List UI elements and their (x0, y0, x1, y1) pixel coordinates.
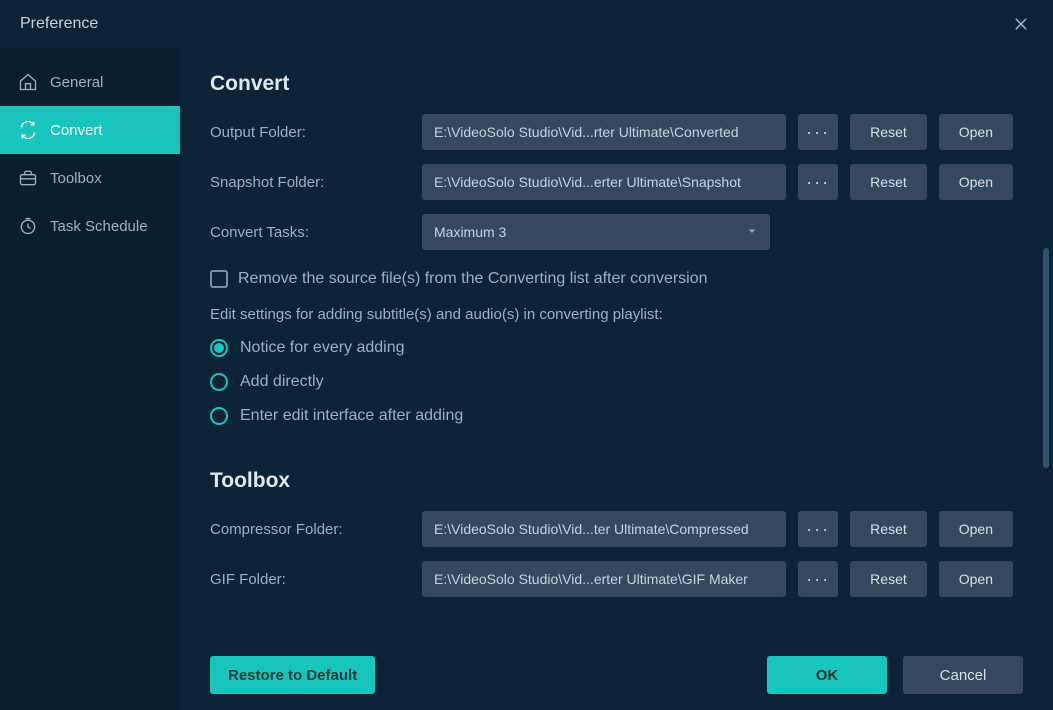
close-button[interactable] (1009, 12, 1033, 36)
radio-notice-every-adding[interactable]: Notice for every adding (210, 339, 1013, 357)
radio-label: Notice for every adding (240, 339, 405, 357)
snapshot-folder-label: Snapshot Folder: (210, 174, 410, 191)
ok-button[interactable]: OK (767, 656, 887, 694)
radio-label: Enter edit interface after adding (240, 407, 463, 425)
chevron-down-icon (746, 224, 758, 240)
edit-settings-heading: Edit settings for adding subtitle(s) and… (210, 306, 1013, 323)
convert-icon (18, 120, 38, 140)
row-compressor-folder: Compressor Folder: E:\VideoSolo Studio\V… (210, 511, 1013, 547)
sidebar-item-convert[interactable]: Convert (0, 106, 180, 154)
cancel-button[interactable]: Cancel (903, 656, 1023, 694)
sidebar-item-label: General (50, 74, 103, 91)
convert-tasks-select[interactable]: Maximum 3 (422, 214, 770, 250)
scrollbar[interactable] (1043, 248, 1049, 468)
radio-add-directly[interactable]: Add directly (210, 373, 1013, 391)
reset-gif-folder-button[interactable]: Reset (850, 561, 927, 597)
restore-default-button[interactable]: Restore to Default (210, 656, 375, 694)
open-output-folder-button[interactable]: Open (939, 114, 1013, 150)
open-compressor-folder-button[interactable]: Open (939, 511, 1013, 547)
home-icon (18, 72, 38, 92)
sidebar-item-label: Toolbox (50, 170, 102, 187)
section-title-convert: Convert (210, 72, 1013, 96)
close-icon (1012, 15, 1030, 33)
remove-source-label: Remove the source file(s) from the Conve… (238, 270, 708, 288)
output-folder-label: Output Folder: (210, 124, 410, 141)
convert-tasks-value: Maximum 3 (434, 224, 506, 240)
browse-output-folder-button[interactable]: ··· (798, 114, 838, 150)
content-area: Convert Output Folder: E:\VideoSolo Stud… (180, 48, 1053, 710)
radio-button[interactable] (210, 339, 228, 357)
clock-icon (18, 216, 38, 236)
open-snapshot-folder-button[interactable]: Open (939, 164, 1013, 200)
reset-snapshot-folder-button[interactable]: Reset (850, 164, 927, 200)
radio-label: Add directly (240, 373, 324, 391)
section-title-toolbox: Toolbox (210, 469, 1013, 493)
browse-snapshot-folder-button[interactable]: ··· (798, 164, 838, 200)
window-title: Preference (20, 15, 98, 33)
browse-gif-folder-button[interactable]: ··· (798, 561, 838, 597)
scroll-area[interactable]: Convert Output Folder: E:\VideoSolo Stud… (210, 72, 1023, 630)
gif-folder-label: GIF Folder: (210, 571, 410, 588)
output-folder-field[interactable]: E:\VideoSolo Studio\Vid...rter Ultimate\… (422, 114, 786, 150)
sidebar-item-general[interactable]: General (0, 58, 180, 106)
footer: Restore to Default OK Cancel (210, 656, 1023, 694)
reset-output-folder-button[interactable]: Reset (850, 114, 927, 150)
open-gif-folder-button[interactable]: Open (939, 561, 1013, 597)
row-snapshot-folder: Snapshot Folder: E:\VideoSolo Studio\Vid… (210, 164, 1013, 200)
reset-compressor-folder-button[interactable]: Reset (850, 511, 927, 547)
browse-compressor-folder-button[interactable]: ··· (798, 511, 838, 547)
radio-button[interactable] (210, 407, 228, 425)
sidebar-item-label: Task Schedule (50, 218, 148, 235)
remove-source-checkbox[interactable] (210, 270, 228, 288)
radio-enter-edit-interface[interactable]: Enter edit interface after adding (210, 407, 1013, 425)
row-output-folder: Output Folder: E:\VideoSolo Studio\Vid..… (210, 114, 1013, 150)
sidebar-item-toolbox[interactable]: Toolbox (0, 154, 180, 202)
gif-folder-field[interactable]: E:\VideoSolo Studio\Vid...erter Ultimate… (422, 561, 786, 597)
compressor-folder-field[interactable]: E:\VideoSolo Studio\Vid...ter Ultimate\C… (422, 511, 786, 547)
radio-button[interactable] (210, 373, 228, 391)
row-gif-folder: GIF Folder: E:\VideoSolo Studio\Vid...er… (210, 561, 1013, 597)
remove-source-checkbox-row[interactable]: Remove the source file(s) from the Conve… (210, 270, 1013, 288)
titlebar: Preference (0, 0, 1053, 48)
sidebar: General Convert Toolbox Task Schedule (0, 48, 180, 710)
convert-tasks-label: Convert Tasks: (210, 224, 410, 241)
toolbox-icon (18, 168, 38, 188)
compressor-folder-label: Compressor Folder: (210, 521, 410, 538)
snapshot-folder-field[interactable]: E:\VideoSolo Studio\Vid...erter Ultimate… (422, 164, 786, 200)
sidebar-item-label: Convert (50, 122, 103, 139)
sidebar-item-task-schedule[interactable]: Task Schedule (0, 202, 180, 250)
row-convert-tasks: Convert Tasks: Maximum 3 (210, 214, 1013, 250)
